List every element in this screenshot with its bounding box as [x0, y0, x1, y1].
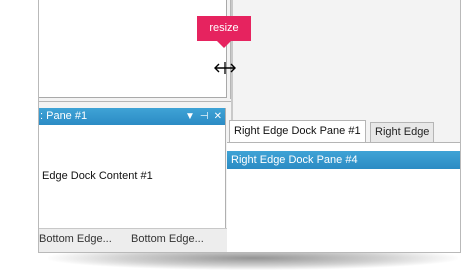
horizontal-splitter[interactable]: [39, 101, 231, 102]
resize-callout: resize: [197, 16, 251, 48]
pin-icon[interactable]: ⊣: [200, 108, 209, 125]
bottom-tab-strip: Bottom Edge... Bottom Edge...: [39, 228, 231, 252]
right-pane-title[interactable]: Right Edge Dock Pane #4: [227, 151, 460, 169]
document-area: [39, 0, 227, 98]
right-top-area: [233, 0, 460, 115]
right-dock-pane: Right Edge Dock Pane #4: [227, 142, 460, 252]
bottom-tab-2[interactable]: Bottom Edge...: [131, 233, 204, 245]
left-dock-pane: : Pane #1 ▼ ⊣ ✕ Edge Dock Content #1: [39, 108, 226, 228]
dropdown-icon[interactable]: ▼: [185, 108, 195, 125]
left-pane-content: Edge Dock Content #1: [42, 170, 153, 182]
left-pane-titlebar[interactable]: : Pane #1 ▼ ⊣ ✕: [39, 108, 225, 125]
right-tab-1[interactable]: Right Edge Dock Pane #1: [229, 120, 366, 142]
close-icon[interactable]: ✕: [214, 108, 222, 125]
left-pane-title: : Pane #1: [40, 110, 88, 122]
left-pane-buttons: ▼ ⊣ ✕: [185, 108, 222, 125]
right-tab-2[interactable]: Right Edge: [370, 122, 435, 142]
right-tab-strip: Right Edge Dock Pane #1 Right Edge: [227, 118, 460, 142]
resize-horizontal-icon[interactable]: [213, 61, 237, 75]
bottom-tab-1[interactable]: Bottom Edge...: [39, 233, 112, 245]
resize-callout-label: resize: [209, 22, 239, 34]
